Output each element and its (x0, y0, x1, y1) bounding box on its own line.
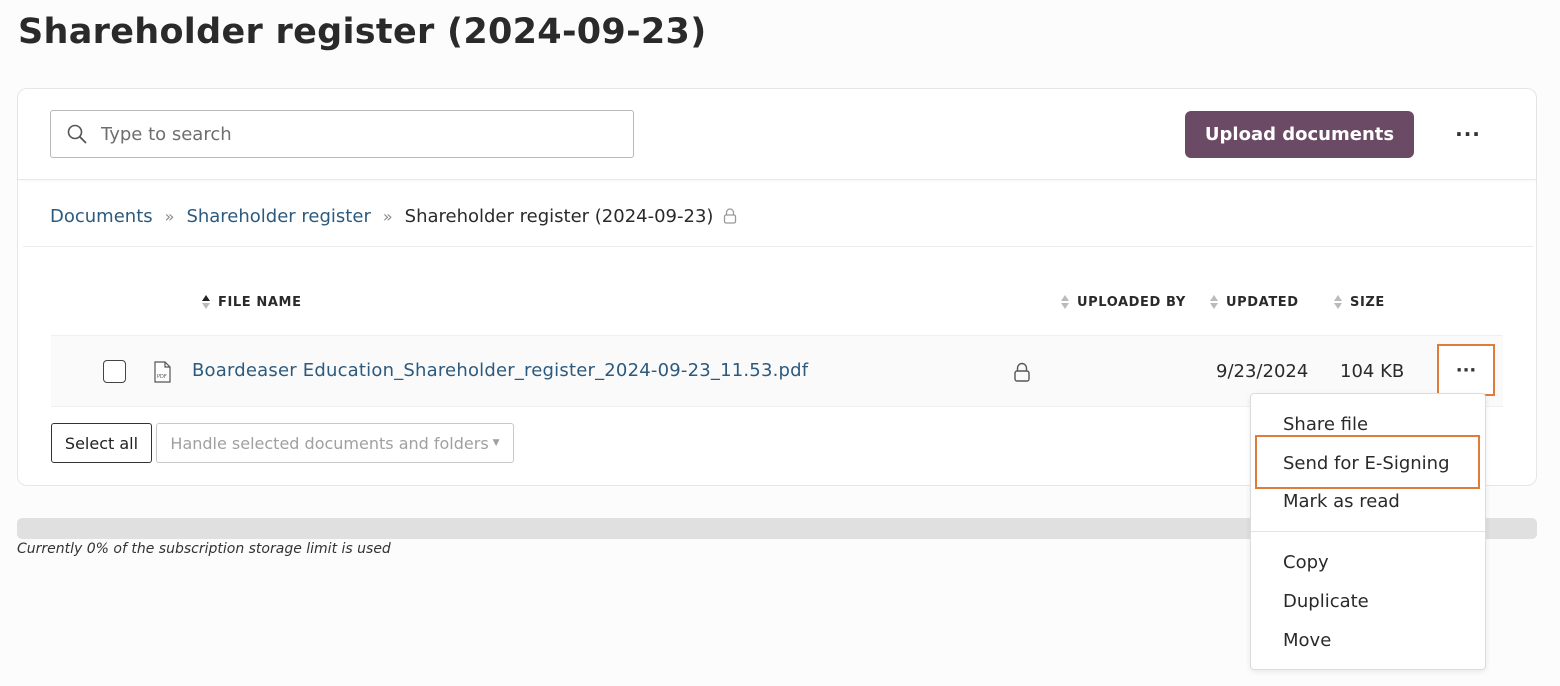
lock-icon (724, 208, 737, 224)
menu-item-share-file[interactable]: Share file (1283, 414, 1368, 435)
cell-updated: 9/23/2024 (1216, 361, 1309, 382)
file-name-link[interactable]: Boardeaser Education_Shareholder_registe… (192, 360, 808, 381)
search-input[interactable] (101, 119, 621, 149)
menu-item-move[interactable]: Move (1283, 630, 1331, 651)
search-box[interactable] (50, 110, 634, 158)
divider (23, 246, 1533, 247)
storage-usage-text: Currently 0% of the subscription storage… (17, 541, 391, 557)
column-header-updated[interactable]: UPDATED (1209, 294, 1299, 310)
upload-documents-button[interactable]: Upload documents (1185, 111, 1414, 158)
toolbar: Upload documents ··· (18, 89, 1536, 180)
svg-text:PDF: PDF (157, 374, 167, 380)
row-more-options-icon[interactable]: ··· (1437, 344, 1495, 396)
cell-size: 104 KB (1340, 361, 1405, 382)
menu-item-duplicate[interactable]: Duplicate (1283, 591, 1369, 612)
menu-item-mark-as-read[interactable]: Mark as read (1283, 491, 1400, 512)
column-header-file-name[interactable]: FILE NAME (201, 294, 302, 310)
sort-icon (1210, 295, 1218, 309)
breadcrumb-current: Shareholder register (2024-09-23) (404, 205, 714, 227)
breadcrumb-shareholder-register[interactable]: Shareholder register (186, 206, 370, 227)
menu-divider (1251, 531, 1485, 532)
column-header-uploaded-by[interactable]: UPLOADED BY (1060, 294, 1186, 310)
handle-selected-dropdown[interactable]: Handle selected documents and folders ▼ (156, 423, 514, 463)
column-header-size[interactable]: SIZE (1333, 294, 1385, 310)
sort-icon (1061, 295, 1069, 309)
lock-icon (1014, 362, 1030, 382)
breadcrumb-documents[interactable]: Documents (50, 206, 153, 227)
breadcrumb-separator: » (382, 206, 393, 226)
pdf-file-icon: PDF (154, 361, 171, 383)
row-context-menu: Share file Send for E-Signing Mark as re… (1250, 393, 1486, 670)
menu-item-send-for-e-signing[interactable]: Send for E-Signing (1283, 453, 1450, 474)
search-icon (67, 124, 87, 144)
more-options-icon[interactable]: ··· (1450, 119, 1486, 149)
page-title: Shareholder register (2024-09-23) (18, 12, 707, 52)
sort-asc-icon (202, 295, 210, 309)
caret-down-icon: ▼ (492, 438, 500, 448)
select-all-button[interactable]: Select all (51, 423, 152, 463)
menu-item-copy[interactable]: Copy (1283, 552, 1329, 573)
breadcrumb: Documents » Shareholder register » Share… (50, 201, 737, 231)
sort-icon (1334, 295, 1342, 309)
breadcrumb-separator: » (164, 206, 175, 226)
row-checkbox[interactable] (103, 360, 126, 383)
